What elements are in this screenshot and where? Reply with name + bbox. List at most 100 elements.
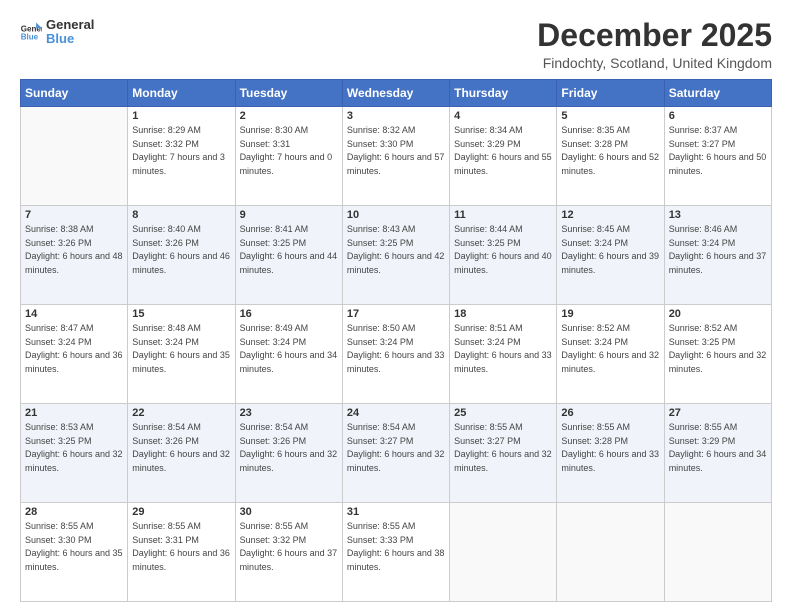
day-number: 18: [454, 308, 552, 320]
day-number: 7: [25, 209, 123, 221]
day-number: 6: [669, 110, 767, 122]
logo-blue: Blue: [46, 32, 94, 46]
calendar-day-cell: 15Sunrise: 8:48 AMSunset: 3:24 PMDayligh…: [128, 305, 235, 404]
calendar-day-cell: 21 Sunrise: 8:53 AMSunset: 3:25 PMDayligh…: [21, 404, 128, 503]
calendar-day-cell: 30Sunrise: 8:55 AMSunset: 3:32 PMDayligh…: [235, 503, 342, 602]
day-number: 29: [132, 506, 230, 518]
weekday-header: Wednesday: [342, 80, 449, 107]
day-detail: Sunrise: 8:32 AMSunset: 3:30 PMDaylight:…: [347, 124, 445, 178]
day-number: 11: [454, 209, 552, 221]
day-number: 17: [347, 308, 445, 320]
day-detail: Sunrise: 8:55 AMSunset: 3:33 PMDaylight:…: [347, 520, 445, 574]
calendar-day-cell: 10 Sunrise: 8:43 AMSunset: 3:25 PMDayligh…: [342, 206, 449, 305]
day-detail: Sunrise: 8:54 AMSunset: 3:26 PMDaylight:…: [132, 421, 230, 475]
day-detail: Sunrise: 8:51 AMSunset: 3:24 PMDaylight:…: [454, 322, 552, 376]
calendar-week-row: 7Sunrise: 8:38 AMSunset: 3:26 PMDaylight…: [21, 206, 772, 305]
calendar-day-cell: [664, 503, 771, 602]
calendar-day-cell: 11 Sunrise: 8:44 AMSunset: 3:25 PMDayligh…: [450, 206, 557, 305]
logo-icon: General Blue: [20, 21, 42, 43]
day-detail: Sunrise: 8:49 AMSunset: 3:24 PMDaylight:…: [240, 322, 338, 376]
day-detail: Sunrise: 8:37 AMSunset: 3:27 PMDaylight:…: [669, 124, 767, 178]
day-number: 8: [132, 209, 230, 221]
calendar-day-cell: 24Sunrise: 8:54 AMSunset: 3:27 PMDayligh…: [342, 404, 449, 503]
weekday-header: Thursday: [450, 80, 557, 107]
weekday-header: Sunday: [21, 80, 128, 107]
svg-text:Blue: Blue: [21, 33, 39, 42]
day-number: 5: [561, 110, 659, 122]
day-number: 12: [561, 209, 659, 221]
calendar-day-cell: 31 Sunrise: 8:55 AMSunset: 3:33 PMDayligh…: [342, 503, 449, 602]
day-number: 21: [25, 407, 123, 419]
day-number: 2: [240, 110, 338, 122]
day-detail: Sunrise: 8:54 AMSunset: 3:26 PMDaylight:…: [240, 421, 338, 475]
calendar-day-cell: 27 Sunrise: 8:55 AMSunset: 3:29 PMDayligh…: [664, 404, 771, 503]
day-number: 24: [347, 407, 445, 419]
day-detail: Sunrise: 8:47 AMSunset: 3:24 PMDaylight:…: [25, 322, 123, 376]
calendar-day-cell: 13 Sunrise: 8:46 AMSunset: 3:24 PMDayligh…: [664, 206, 771, 305]
day-number: 27: [669, 407, 767, 419]
day-detail: Sunrise: 8:35 AMSunset: 3:28 PMDaylight:…: [561, 124, 659, 178]
calendar-week-row: 21 Sunrise: 8:53 AMSunset: 3:25 PMDayligh…: [21, 404, 772, 503]
weekday-header: Tuesday: [235, 80, 342, 107]
month-title: December 2025: [537, 18, 772, 53]
calendar-day-cell: 17Sunrise: 8:50 AMSunset: 3:24 PMDayligh…: [342, 305, 449, 404]
day-detail: Sunrise: 8:53 AMSunset: 3:25 PMDaylight:…: [25, 421, 123, 475]
calendar-week-row: 28 Sunrise: 8:55 AMSunset: 3:30 PMDayligh…: [21, 503, 772, 602]
day-detail: Sunrise: 8:30 AMSunset: 3:31Daylight: 7 …: [240, 124, 338, 178]
day-detail: Sunrise: 8:55 AMSunset: 3:27 PMDaylight:…: [454, 421, 552, 475]
weekday-header: Friday: [557, 80, 664, 107]
day-number: 9: [240, 209, 338, 221]
calendar-week-row: 1Sunrise: 8:29 AMSunset: 3:32 PMDaylight…: [21, 107, 772, 206]
day-detail: Sunrise: 8:40 AMSunset: 3:26 PMDaylight:…: [132, 223, 230, 277]
day-number: 23: [240, 407, 338, 419]
calendar-day-cell: 20Sunrise: 8:52 AMSunset: 3:25 PMDayligh…: [664, 305, 771, 404]
calendar-day-cell: 29 Sunrise: 8:55 AMSunset: 3:31 PMDayligh…: [128, 503, 235, 602]
calendar-table: SundayMondayTuesdayWednesdayThursdayFrid…: [20, 79, 772, 602]
calendar-day-cell: [21, 107, 128, 206]
calendar-day-cell: 3 Sunrise: 8:32 AMSunset: 3:30 PMDaylight…: [342, 107, 449, 206]
calendar-day-cell: 8 Sunrise: 8:40 AMSunset: 3:26 PMDaylight…: [128, 206, 235, 305]
calendar-day-cell: 1Sunrise: 8:29 AMSunset: 3:32 PMDaylight…: [128, 107, 235, 206]
day-number: 1: [132, 110, 230, 122]
calendar-day-cell: 4Sunrise: 8:34 AMSunset: 3:29 PMDaylight…: [450, 107, 557, 206]
calendar-day-cell: [557, 503, 664, 602]
header: General Blue General Blue December 2025 …: [20, 18, 772, 71]
day-detail: Sunrise: 8:55 AMSunset: 3:28 PMDaylight:…: [561, 421, 659, 475]
day-detail: Sunrise: 8:55 AMSunset: 3:29 PMDaylight:…: [669, 421, 767, 475]
logo: General Blue General Blue: [20, 18, 94, 47]
day-number: 16: [240, 308, 338, 320]
day-detail: Sunrise: 8:55 AMSunset: 3:31 PMDaylight:…: [132, 520, 230, 574]
day-number: 25: [454, 407, 552, 419]
calendar-day-cell: 22Sunrise: 8:54 AMSunset: 3:26 PMDayligh…: [128, 404, 235, 503]
day-number: 30: [240, 506, 338, 518]
day-number: 14: [25, 308, 123, 320]
calendar-day-cell: 23 Sunrise: 8:54 AMSunset: 3:26 PMDayligh…: [235, 404, 342, 503]
day-number: 19: [561, 308, 659, 320]
calendar-day-cell: 5 Sunrise: 8:35 AMSunset: 3:28 PMDaylight…: [557, 107, 664, 206]
logo-general: General: [46, 18, 94, 32]
calendar-day-cell: 7Sunrise: 8:38 AMSunset: 3:26 PMDaylight…: [21, 206, 128, 305]
day-number: 3: [347, 110, 445, 122]
calendar-day-cell: 19 Sunrise: 8:52 AMSunset: 3:24 PMDayligh…: [557, 305, 664, 404]
calendar-day-cell: 14 Sunrise: 8:47 AMSunset: 3:24 PMDayligh…: [21, 305, 128, 404]
calendar-day-cell: 6 Sunrise: 8:37 AMSunset: 3:27 PMDaylight…: [664, 107, 771, 206]
day-number: 13: [669, 209, 767, 221]
day-detail: Sunrise: 8:52 AMSunset: 3:24 PMDaylight:…: [561, 322, 659, 376]
day-number: 10: [347, 209, 445, 221]
calendar-day-cell: 18 Sunrise: 8:51 AMSunset: 3:24 PMDayligh…: [450, 305, 557, 404]
calendar-day-cell: [450, 503, 557, 602]
weekday-header: Saturday: [664, 80, 771, 107]
day-detail: Sunrise: 8:34 AMSunset: 3:29 PMDaylight:…: [454, 124, 552, 178]
calendar-day-cell: 16 Sunrise: 8:49 AMSunset: 3:24 PMDayligh…: [235, 305, 342, 404]
day-detail: Sunrise: 8:43 AMSunset: 3:25 PMDaylight:…: [347, 223, 445, 277]
day-number: 28: [25, 506, 123, 518]
day-number: 31: [347, 506, 445, 518]
calendar-day-cell: 28 Sunrise: 8:55 AMSunset: 3:30 PMDayligh…: [21, 503, 128, 602]
day-detail: Sunrise: 8:46 AMSunset: 3:24 PMDaylight:…: [669, 223, 767, 277]
day-detail: Sunrise: 8:41 AMSunset: 3:25 PMDaylight:…: [240, 223, 338, 277]
calendar-header-row: SundayMondayTuesdayWednesdayThursdayFrid…: [21, 80, 772, 107]
day-detail: Sunrise: 8:44 AMSunset: 3:25 PMDaylight:…: [454, 223, 552, 277]
calendar-week-row: 14 Sunrise: 8:47 AMSunset: 3:24 PMDayligh…: [21, 305, 772, 404]
day-detail: Sunrise: 8:55 AMSunset: 3:30 PMDaylight:…: [25, 520, 123, 574]
day-number: 15: [132, 308, 230, 320]
